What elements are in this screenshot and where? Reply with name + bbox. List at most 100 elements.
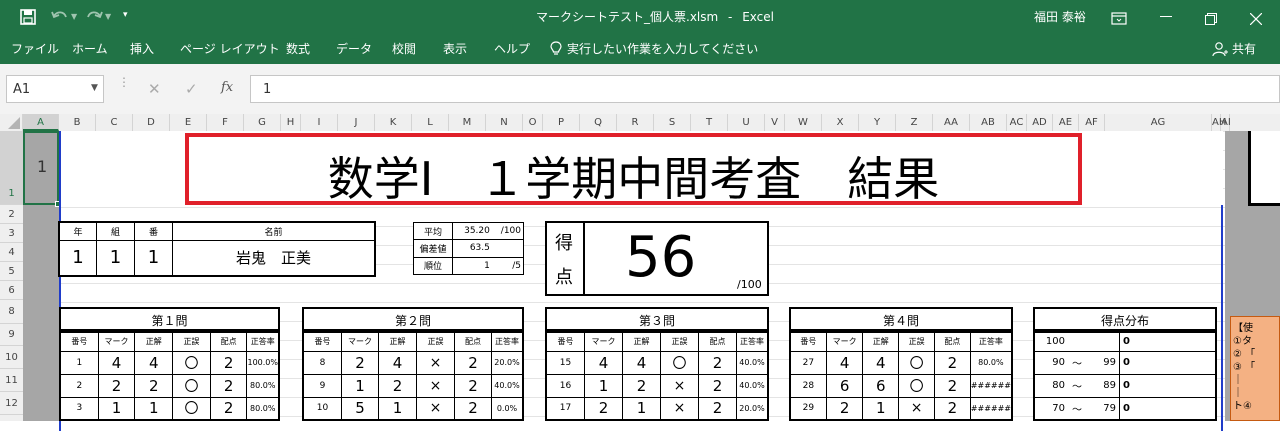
more-options-icon[interactable]: ⋮ [118, 76, 130, 88]
tab-file[interactable]: ファイル [11, 34, 59, 64]
column-header-ad[interactable]: AD [1027, 114, 1053, 131]
select-all-corner[interactable] [0, 114, 23, 131]
cell-a1-selected[interactable]: 1 [23, 131, 59, 205]
row-header-9[interactable]: 9 [0, 324, 23, 346]
column-header-ah[interactable]: AH [1212, 114, 1226, 131]
q-no: 9 [302, 373, 342, 398]
name-box[interactable]: A1 ▼ [6, 75, 104, 103]
column-header-x[interactable]: X [822, 114, 859, 131]
column-header-e[interactable]: E [170, 114, 207, 131]
q-mark: 4 [584, 350, 623, 375]
column-header-ae[interactable]: AE [1053, 114, 1079, 131]
column-header-l[interactable]: L [412, 114, 449, 131]
col-result-header: 正誤 [416, 331, 455, 352]
tab-help[interactable]: ヘルプ [494, 34, 530, 64]
column-header-d[interactable]: D [133, 114, 170, 131]
chevron-down-icon[interactable]: ▼ [91, 83, 98, 93]
dist-to [1086, 331, 1120, 352]
restore-icon[interactable] [1205, 10, 1217, 25]
column-header-k[interactable]: K [375, 114, 412, 131]
q-points: 2 [454, 350, 492, 375]
ribbon-display-options-icon[interactable] [1111, 10, 1127, 25]
cancel-icon[interactable]: ✕ [148, 80, 161, 98]
column-header-v[interactable]: V [765, 114, 785, 131]
tab-page-layout[interactable]: ページ レイアウト [180, 34, 280, 64]
column-header-w[interactable]: W [785, 114, 822, 131]
enter-icon[interactable]: ✓ [185, 80, 198, 98]
row-header-1[interactable]: 1 [0, 131, 23, 205]
column-header-b[interactable]: B [59, 114, 96, 131]
minimize-icon[interactable] [1160, 16, 1172, 17]
q-mark: 6 [825, 373, 864, 398]
row-header-10[interactable]: 10 [0, 346, 23, 369]
column-header-s[interactable]: S [654, 114, 691, 131]
tab-formulas[interactable]: 数式 [286, 34, 310, 64]
row-header-8[interactable]: 8 [0, 300, 23, 324]
col-rate-header: 正答率 [969, 331, 1013, 352]
column-header-t[interactable]: T [691, 114, 728, 131]
dist-to: 99 [1086, 350, 1120, 375]
column-header-h[interactable]: H [281, 114, 301, 131]
dist-sep: 〜 [1068, 373, 1086, 398]
q-rate: 80.0% [246, 373, 280, 398]
tab-data[interactable]: データ [336, 34, 372, 64]
column-header-u[interactable]: U [728, 114, 765, 131]
question-table: 番号 マーク 正解 正誤 配点 正答率 1 4 4 〇 2 100.0% 2 2… [59, 331, 280, 421]
q-result: 〇 [172, 396, 211, 421]
column-header-aa[interactable]: AA [933, 114, 970, 131]
column-header-af[interactable]: AF [1079, 114, 1105, 131]
user-name[interactable]: 福田 泰裕 [1034, 0, 1086, 34]
tab-insert[interactable]: 挿入 [130, 34, 154, 64]
column-header-z[interactable]: Z [896, 114, 933, 131]
q-result: × [898, 396, 935, 421]
q-result: × [660, 396, 699, 421]
redo-dropdown-icon[interactable]: ▼ [105, 12, 111, 21]
column-header-g[interactable]: G [244, 114, 281, 131]
column-header-i[interactable]: I [301, 114, 338, 131]
q-no: 10 [302, 396, 342, 421]
dist-from: 100 [1033, 331, 1068, 352]
q-rate: 40.0% [736, 350, 769, 375]
column-header-m[interactable]: M [449, 114, 486, 131]
column-header-a[interactable]: A [23, 114, 59, 131]
tab-view[interactable]: 表示 [443, 34, 467, 64]
column-header-p[interactable]: P [543, 114, 580, 131]
column-header-c[interactable]: C [96, 114, 133, 131]
insert-function-icon[interactable]: fx [221, 80, 233, 95]
column-header-f[interactable]: F [207, 114, 244, 131]
title-highlight-box: 数学Ⅰ １学期中間考査 結果 [185, 133, 1082, 206]
row-header-2[interactable]: 2 [0, 205, 23, 224]
share-button[interactable]: 共有 [1232, 34, 1256, 64]
tab-review[interactable]: 校閲 [392, 34, 416, 64]
undo-dropdown-icon[interactable]: ▼ [71, 12, 77, 21]
column-header-ac[interactable]: AC [1007, 114, 1027, 131]
table-row: 16 1 2 × 2 40.0% [545, 373, 769, 398]
q-points: 2 [454, 373, 492, 398]
column-header-r[interactable]: R [617, 114, 654, 131]
row-header-4[interactable]: 4 [0, 243, 23, 262]
column-header-ai[interactable]: AI [1221, 114, 1231, 131]
column-header-ag[interactable]: AG [1105, 114, 1212, 131]
column-header-q[interactable]: Q [580, 114, 617, 131]
save-icon[interactable] [20, 9, 36, 25]
column-header-ab[interactable]: AB [970, 114, 1007, 131]
customize-quick-access-icon[interactable]: ▾ [123, 10, 128, 20]
column-header-o[interactable]: O [523, 114, 543, 131]
column-header-n[interactable]: N [486, 114, 523, 131]
undo-icon[interactable] [50, 8, 70, 26]
column-header-j[interactable]: J [338, 114, 375, 131]
tab-home[interactable]: ホーム [72, 34, 108, 64]
row-header-11[interactable]: 11 [0, 369, 23, 392]
close-icon[interactable] [1249, 10, 1263, 26]
row-header-5[interactable]: 5 [0, 262, 23, 281]
row-header-3[interactable]: 3 [0, 224, 23, 243]
row-header-6[interactable]: 6 [0, 281, 23, 300]
redo-icon[interactable] [84, 8, 104, 26]
share-person-icon[interactable] [1212, 41, 1228, 57]
q-rate: 100.0% [246, 350, 280, 375]
column-header-y[interactable]: Y [859, 114, 896, 131]
formula-input[interactable]: 1 [250, 75, 1280, 103]
row-header-12[interactable]: 12 [0, 392, 23, 415]
question-title: 第４問 [882, 314, 919, 328]
tell-me-search[interactable]: 実行したい作業を入力してください [567, 34, 758, 64]
